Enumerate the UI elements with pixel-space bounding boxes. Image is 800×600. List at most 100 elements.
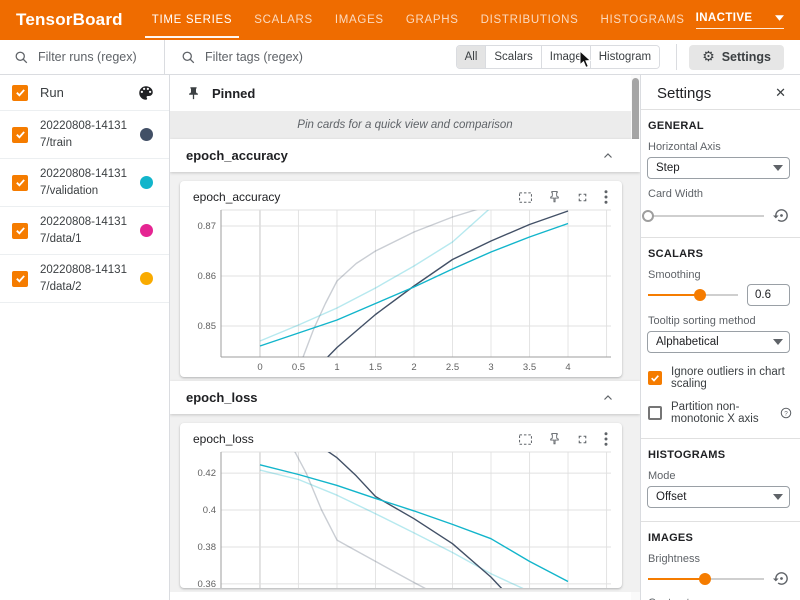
section-header-epoch-loss[interactable]: epoch_loss — [170, 381, 640, 414]
horizontal-axis-select[interactable]: Step — [647, 157, 790, 179]
card-title: epoch_loss — [193, 432, 254, 446]
slider-thumb[interactable] — [642, 210, 654, 222]
epoch-accuracy-chart[interactable]: 00.511.522.533.540.850.860.87 — [190, 209, 615, 377]
section-title-scalars: SCALARS — [641, 248, 800, 260]
tab-scalars[interactable]: SCALARS — [243, 0, 324, 40]
runs-column-title: Run — [40, 85, 125, 100]
divider — [641, 521, 800, 522]
run-checkbox[interactable] — [12, 127, 28, 143]
palette-icon[interactable] — [137, 84, 155, 102]
settings-panel-title: Settings — [657, 85, 711, 102]
card-actions — [518, 190, 608, 204]
collapse-chevron-icon[interactable] — [602, 150, 614, 162]
epoch-loss-chart[interactable]: 0.360.380.40.42 — [190, 451, 615, 588]
run-row-train[interactable]: 20220808-141317/train — [0, 111, 169, 159]
svg-text:0.86: 0.86 — [198, 271, 217, 282]
caret-down-icon — [773, 339, 783, 345]
fit-to-data-icon[interactable] — [518, 191, 533, 204]
section-title-images: IMAGES — [641, 532, 800, 544]
filter-runs-input[interactable]: Filter runs (regex) — [0, 40, 165, 74]
run-checkbox[interactable] — [12, 175, 28, 191]
status-label: INACTIVE — [696, 12, 753, 24]
help-tooltip-icon[interactable]: ? — [780, 407, 792, 419]
more-options-icon[interactable] — [604, 432, 608, 446]
histogram-mode-value: Offset — [656, 491, 686, 503]
svg-text:?: ? — [784, 410, 788, 417]
partition-x-axis-checkbox[interactable] — [648, 406, 662, 420]
run-label: 20220808-141317/train — [40, 118, 128, 150]
tab-histograms[interactable]: HISTOGRAMS — [590, 0, 696, 40]
select-all-runs-checkbox[interactable] — [12, 85, 28, 101]
tab-images[interactable]: IMAGES — [324, 0, 395, 40]
svg-text:2: 2 — [411, 362, 416, 373]
reset-card-width-button[interactable] — [773, 207, 790, 224]
section-header-epoch-accuracy[interactable]: epoch_accuracy — [170, 139, 640, 172]
tab-label: DISTRIBUTIONS — [481, 14, 579, 26]
brightness-slider[interactable] — [648, 572, 764, 586]
run-row-data-1[interactable]: 20220808-141317/data/1 — [0, 207, 169, 255]
svg-text:2.5: 2.5 — [446, 362, 459, 373]
ignore-outliers-label: Ignore outliers in chart scaling — [671, 366, 792, 390]
top-header: TensorBoard TIME SERIES SCALARS IMAGES G… — [0, 0, 800, 40]
settings-button[interactable]: ⚙ Settings — [689, 45, 784, 70]
scalar-card-epoch-loss: epoch_loss 0.360.380.40.42 — [180, 423, 622, 588]
settings-button-label: Settings — [722, 50, 771, 64]
chip-label: Scalars — [494, 51, 532, 63]
tab-distributions[interactable]: DISTRIBUTIONS — [470, 0, 590, 40]
collapse-chevron-icon[interactable] — [602, 392, 614, 404]
tab-time-series[interactable]: TIME SERIES — [141, 0, 244, 40]
smoothing-slider[interactable] — [648, 288, 738, 302]
ignore-outliers-checkbox[interactable] — [648, 371, 662, 385]
svg-text:0.38: 0.38 — [198, 542, 217, 553]
ignore-outliers-row[interactable]: Ignore outliers in chart scaling — [641, 366, 800, 390]
svg-text:1: 1 — [334, 362, 339, 373]
smoothing-row — [641, 284, 800, 306]
chip-label: All — [465, 51, 478, 63]
chip-histogram[interactable]: Histogram — [591, 46, 659, 68]
pin-card-icon[interactable] — [548, 432, 561, 446]
fit-to-data-icon[interactable] — [518, 433, 533, 446]
svg-text:3: 3 — [488, 362, 493, 373]
pinned-section-header: Pinned — [170, 75, 640, 111]
svg-text:1.5: 1.5 — [369, 362, 382, 373]
cards-area: Pinned Pin cards for a quick view and co… — [170, 75, 640, 600]
section-body-epoch-accuracy: epoch_accuracy 00.511.522.533.540.850.86… — [170, 172, 640, 381]
run-row-validation[interactable]: 20220808-141317/validation — [0, 159, 169, 207]
filter-tags-input[interactable]: Filter tags (regex) — [165, 50, 456, 65]
status-dropdown[interactable]: INACTIVE — [696, 12, 784, 29]
run-row-data-2[interactable]: 20220808-141317/data/2 — [0, 255, 169, 303]
svg-text:0: 0 — [257, 362, 262, 373]
chip-all[interactable]: All — [457, 46, 487, 68]
run-color-dot — [140, 128, 153, 141]
tab-label: TIME SERIES — [152, 14, 233, 26]
content-area: Run 20220808-141317/train 20220808-14131… — [0, 75, 800, 600]
fullscreen-icon[interactable] — [576, 433, 589, 446]
chip-image[interactable]: Image — [542, 46, 591, 68]
tab-graphs[interactable]: GRAPHS — [395, 0, 470, 40]
settings-panel-header: Settings ✕ — [641, 75, 800, 109]
fullscreen-icon[interactable] — [576, 191, 589, 204]
run-checkbox[interactable] — [12, 223, 28, 239]
chip-label: Histogram — [599, 51, 651, 63]
slider-thumb[interactable] — [694, 289, 706, 301]
tooltip-sorting-select[interactable]: Alphabetical — [647, 331, 790, 353]
tab-label: HISTOGRAMS — [601, 14, 685, 26]
svg-text:0.87: 0.87 — [198, 221, 217, 232]
partition-x-axis-row[interactable]: Partition non-monotonic X axis ? — [641, 401, 800, 425]
pin-card-icon[interactable] — [548, 190, 561, 204]
section-title-histograms: HISTOGRAMS — [641, 449, 800, 461]
more-options-icon[interactable] — [604, 190, 608, 204]
filter-tags-placeholder: Filter tags (regex) — [205, 50, 303, 64]
histogram-mode-select[interactable]: Offset — [647, 486, 790, 508]
main-nav: TIME SERIES SCALARS IMAGES GRAPHS DISTRI… — [141, 0, 696, 40]
tensorboard-app: TensorBoard TIME SERIES SCALARS IMAGES G… — [0, 0, 800, 600]
chip-scalars[interactable]: Scalars — [486, 46, 541, 68]
card-width-slider[interactable] — [648, 209, 764, 223]
run-checkbox[interactable] — [12, 271, 28, 287]
smoothing-input[interactable] — [747, 284, 790, 306]
close-icon[interactable]: ✕ — [775, 87, 786, 100]
divider — [641, 438, 800, 439]
svg-text:4: 4 — [565, 362, 570, 373]
reset-brightness-button[interactable] — [773, 570, 790, 587]
slider-thumb[interactable] — [699, 573, 711, 585]
